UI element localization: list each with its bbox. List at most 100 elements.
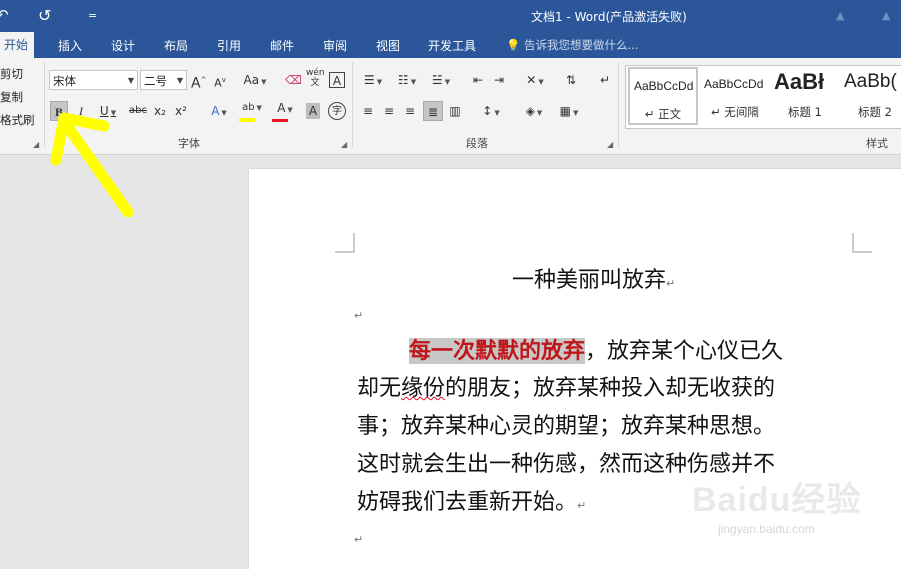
font-group-label: 字体 bbox=[178, 137, 200, 150]
text-effects-button[interactable]: A ▼ bbox=[205, 101, 233, 121]
style-preview: AaBb( bbox=[844, 71, 897, 92]
italic-button[interactable]: I bbox=[73, 101, 89, 121]
paragraph-mark: ↵ bbox=[577, 499, 587, 512]
divider bbox=[44, 62, 45, 148]
divider bbox=[618, 62, 619, 148]
style-preview: AaBbCcDd bbox=[704, 77, 764, 91]
para-line: 事；放弃某种心灵的期望；放弃某种思想。 bbox=[357, 414, 776, 439]
style-name: 标题 1 bbox=[788, 105, 822, 119]
decor-bird-icon: ▲ bbox=[836, 9, 845, 22]
decor-bird-icon: ▲ bbox=[882, 9, 891, 22]
align-right-icon[interactable]: ≡ bbox=[402, 101, 418, 121]
styles-gallery: AaBbCcDd ↵ 正文 AaBbCcDd ↵ 无间隔 AaBł 标题 1 A… bbox=[625, 65, 901, 129]
tell-me-text: 告诉我您想要做什么... bbox=[523, 38, 639, 52]
tab-mailings[interactable]: 邮件 bbox=[270, 37, 294, 54]
highlight-color-swatch bbox=[239, 118, 255, 122]
crop-mark-right bbox=[852, 233, 872, 253]
subscript-button[interactable]: x₂ bbox=[152, 101, 168, 121]
paragraph-launcher-icon[interactable]: ◢ bbox=[607, 140, 613, 149]
tab-design[interactable]: 设计 bbox=[111, 37, 135, 54]
change-case-button[interactable]: Aa ▼ bbox=[242, 70, 268, 90]
clear-formatting-icon[interactable]: ⌫ bbox=[285, 70, 302, 90]
numbering-button[interactable]: ☷ ▼ bbox=[394, 70, 420, 90]
clipboard-launcher-icon[interactable]: ◢ bbox=[33, 140, 39, 149]
ribbon: 剪切 复制 格式刷 ◢ 宋体 ▼ 二号 ▼ A^ Av Aa ▼ ⌫ wén 文 A… bbox=[0, 58, 901, 155]
tab-insert[interactable]: 插入 bbox=[58, 37, 82, 54]
show-marks-icon[interactable]: ↵ bbox=[597, 70, 613, 90]
shrink-font-button[interactable]: Av bbox=[213, 70, 227, 90]
style-no-spacing[interactable]: AaBbCcDd ↵ 无间隔 bbox=[700, 67, 770, 125]
highlight-color-button[interactable]: ab ▼ bbox=[238, 98, 266, 118]
para-line: 每一次默默的放弃，放弃某个心仪已久 bbox=[409, 338, 784, 364]
style-name: ↵ 无间隔 bbox=[711, 105, 759, 119]
crop-mark-left bbox=[335, 233, 355, 253]
copy-button[interactable]: 复制 bbox=[0, 89, 23, 105]
ribbon-tabs: 开始 插入 设计 布局 引用 邮件 审阅 视图 开发工具 💡 告诉我您想要做什么… bbox=[0, 32, 901, 58]
chinese-layout-button[interactable]: ✕ ▼ bbox=[522, 70, 548, 90]
enclose-char-button[interactable]: 字 bbox=[328, 102, 346, 120]
style-preview: AaBł bbox=[774, 69, 825, 94]
line-spacing-button[interactable]: ↕ ▼ bbox=[478, 101, 504, 121]
style-name: ↵ 正文 bbox=[644, 107, 682, 121]
align-center-icon[interactable]: ≡ bbox=[381, 101, 397, 121]
bullets-button[interactable]: ☰ ▼ bbox=[360, 70, 386, 90]
sort-icon[interactable]: ⇅ bbox=[563, 70, 579, 90]
underline-button[interactable]: U ▼ bbox=[95, 101, 121, 121]
para-line: 却无缘份的朋友；放弃某种投入却无收获的 bbox=[357, 376, 776, 401]
cut-button[interactable]: 剪切 bbox=[0, 66, 23, 82]
tab-review[interactable]: 审阅 bbox=[323, 37, 347, 54]
superscript-button[interactable]: x² bbox=[173, 101, 189, 121]
align-left-icon[interactable]: ≡ bbox=[360, 101, 376, 121]
strikethrough-button[interactable]: abc bbox=[128, 101, 148, 121]
font-launcher-icon[interactable]: ◢ bbox=[341, 140, 347, 149]
tell-me-search[interactable]: 💡 告诉我您想要做什么... bbox=[506, 37, 638, 53]
style-name: 标题 2 bbox=[858, 105, 892, 119]
baidu-watermark: Baidu经验 bbox=[692, 481, 862, 519]
tab-layout[interactable]: 布局 bbox=[164, 37, 188, 54]
justify-icon[interactable]: ≣ bbox=[423, 101, 443, 121]
decrease-indent-icon[interactable]: ⇤ bbox=[470, 70, 486, 90]
styles-group-label: 样式 bbox=[866, 137, 888, 150]
chevron-down-icon: ▼ bbox=[127, 76, 134, 85]
grow-font-button[interactable]: A^ bbox=[191, 70, 206, 92]
undo-icon[interactable]: ↶ bbox=[0, 6, 9, 24]
borders-button[interactable]: ▦ ▼ bbox=[556, 101, 582, 121]
tab-developer[interactable]: 开发工具 bbox=[428, 37, 476, 54]
phonetic-guide-button[interactable]: wén 文 bbox=[306, 68, 325, 88]
document-title[interactable]: 一种美丽叫放弃↵ bbox=[512, 262, 675, 294]
multilevel-list-button[interactable]: ☱ ▼ bbox=[428, 70, 454, 90]
redo-icon[interactable]: ↺ bbox=[38, 6, 51, 25]
tab-home[interactable]: 开始 bbox=[0, 32, 35, 58]
increase-indent-icon[interactable]: ⇥ bbox=[491, 70, 507, 90]
selected-highlight-text[interactable]: 每一次默默的放弃 bbox=[409, 338, 586, 364]
shading-button[interactable]: ◈ ▼ bbox=[520, 101, 548, 121]
customize-qat-icon[interactable]: = bbox=[88, 9, 97, 22]
spelling-squiggle: 缘份 bbox=[401, 376, 446, 401]
divider bbox=[352, 62, 353, 148]
font-name-value: 宋体 bbox=[53, 74, 76, 88]
chevron-down-icon: ▼ bbox=[176, 76, 183, 85]
font-size-value: 二号 bbox=[144, 74, 167, 88]
window-title: 文档1 - Word(产品激活失败) bbox=[531, 10, 687, 24]
bold-button[interactable]: B bbox=[50, 101, 68, 121]
format-painter-button[interactable]: 格式刷 bbox=[0, 112, 35, 128]
distributed-icon[interactable]: ▥ bbox=[447, 101, 463, 121]
paragraph-mark: ↵ bbox=[354, 533, 364, 546]
style-heading-1[interactable]: AaBł 标题 1 bbox=[770, 67, 840, 125]
style-preview: AaBbCcDd bbox=[634, 79, 694, 93]
char-border-button[interactable]: A bbox=[329, 72, 345, 88]
font-name-combo[interactable]: 宋体 ▼ bbox=[49, 70, 138, 90]
title-bar: ↶ ↺ = 文档1 - Word(产品激活失败) ▲ ▲ bbox=[0, 0, 901, 32]
paragraph-mark: ↵ bbox=[666, 277, 676, 290]
font-size-combo[interactable]: 二号 ▼ bbox=[140, 70, 187, 90]
lightbulb-icon: 💡 bbox=[506, 38, 521, 52]
watermark-url: jingyan.baidu.com bbox=[718, 522, 815, 536]
font-color-swatch bbox=[272, 119, 288, 122]
style-heading-2[interactable]: AaBb( 标题 2 bbox=[840, 67, 901, 125]
paragraph-mark: ↵ bbox=[354, 309, 364, 322]
style-normal[interactable]: AaBbCcDd ↵ 正文 bbox=[628, 67, 698, 125]
char-shading-button[interactable]: A bbox=[306, 103, 320, 119]
tab-references[interactable]: 引用 bbox=[217, 37, 241, 54]
tab-view[interactable]: 视图 bbox=[376, 37, 400, 54]
font-color-button[interactable]: A ▼ bbox=[271, 98, 299, 118]
